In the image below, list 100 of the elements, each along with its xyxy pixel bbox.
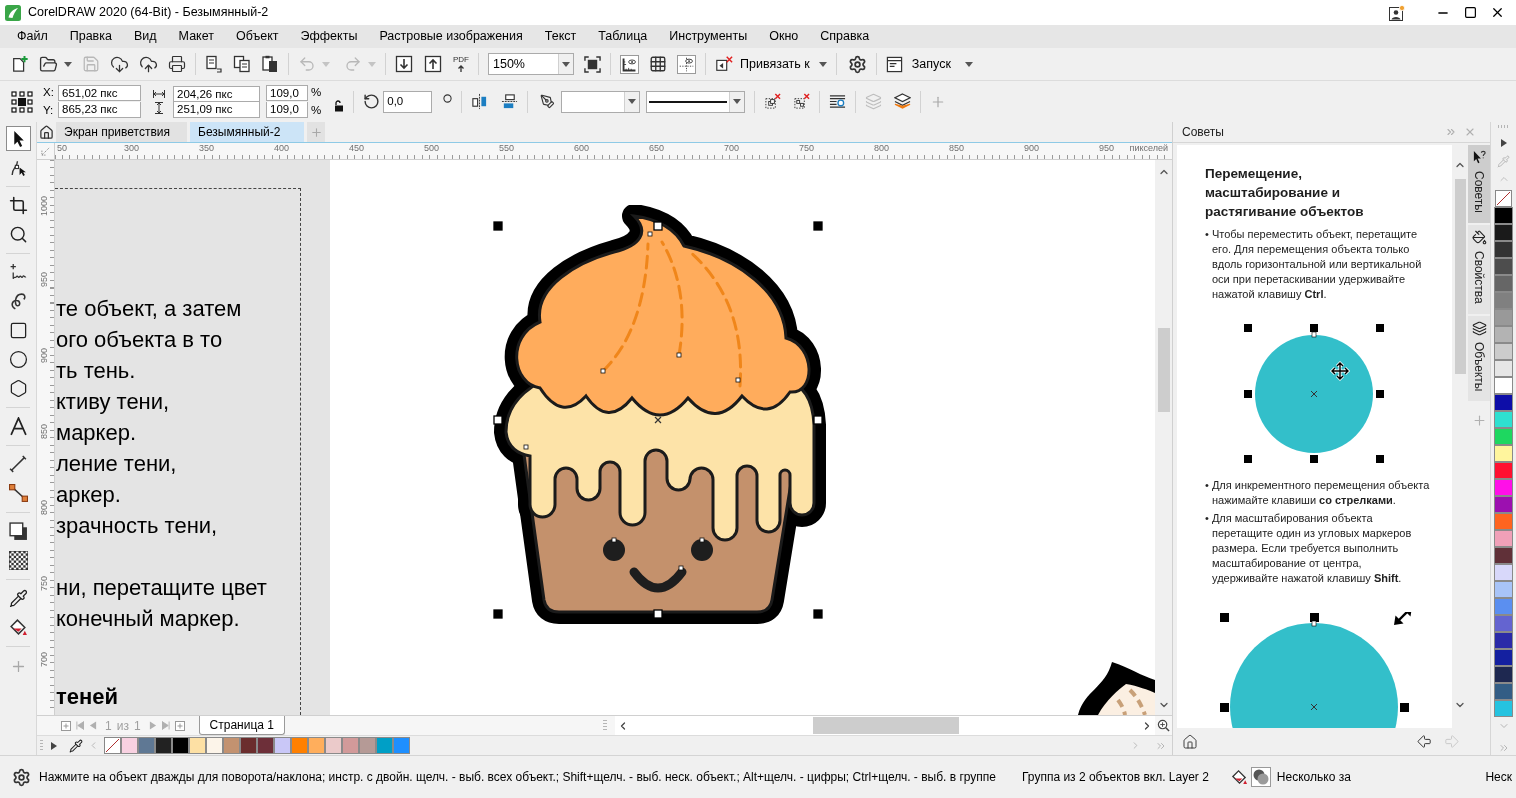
color-swatch[interactable]	[240, 737, 257, 754]
fit-page-icon[interactable]	[584, 55, 601, 73]
back-arrow-icon[interactable]	[1416, 733, 1434, 750]
selection-handle[interactable]	[493, 609, 503, 619]
layers-icon[interactable]	[1471, 320, 1487, 336]
window-icon[interactable]	[885, 55, 903, 73]
fill-bucket-icon[interactable]	[1230, 768, 1248, 786]
caret-icon[interactable]	[964, 61, 973, 67]
color-swatch[interactable]	[359, 737, 376, 754]
horizontal-scrollbar[interactable]	[615, 716, 1155, 735]
launch-dropdown[interactable]: Запуск	[885, 54, 973, 74]
squares-x-icon[interactable]	[764, 93, 782, 110]
caret-icon[interactable]	[733, 99, 742, 104]
caret-icon[interactable]	[64, 61, 72, 67]
settings-icon[interactable]	[847, 54, 867, 74]
menu-item[interactable]: Таблица	[587, 25, 659, 48]
color-swatch[interactable]	[1494, 615, 1513, 632]
new-document-icon[interactable]	[11, 55, 29, 73]
menu-item[interactable]: Справка	[809, 25, 881, 48]
selection-handle[interactable]	[653, 609, 663, 619]
outline-width-field[interactable]	[561, 90, 641, 113]
user-account-icon[interactable]	[1389, 4, 1405, 21]
color-swatch[interactable]	[1494, 377, 1513, 394]
page-tab[interactable]: Страница 1	[198, 716, 285, 735]
paint-bucket-icon[interactable]	[1471, 230, 1487, 245]
color-swatch[interactable]	[223, 737, 240, 754]
color-swatch[interactable]	[1494, 547, 1513, 564]
more-colors-icon[interactable]	[1497, 742, 1510, 754]
menu-item[interactable]: Текст	[533, 25, 588, 48]
color-swatch[interactable]	[155, 737, 172, 754]
menu-item[interactable]: Объект	[225, 25, 290, 48]
mirror-horizontal-icon[interactable]	[471, 93, 489, 110]
color-swatch[interactable]	[1494, 649, 1513, 666]
color-swatch[interactable]	[121, 737, 138, 754]
color-swatch[interactable]	[1494, 275, 1513, 292]
color-swatch[interactable]	[291, 737, 308, 754]
eyedropper-icon[interactable]	[69, 738, 83, 753]
menu-item[interactable]: Инструменты	[658, 25, 759, 48]
object-origin-icon[interactable]	[10, 89, 34, 114]
color-swatch[interactable]	[1494, 700, 1513, 717]
expand-icon[interactable]	[1500, 139, 1507, 147]
color-swatch[interactable]	[1494, 411, 1513, 428]
color-swatch[interactable]	[1494, 326, 1513, 343]
color-swatch[interactable]	[1494, 479, 1513, 496]
color-swatch[interactable]	[1494, 207, 1513, 224]
x-position-field[interactable]: 651,02 пкс	[58, 84, 141, 101]
fill-swatch-icon[interactable]	[1250, 767, 1271, 787]
caret-icon[interactable]	[818, 61, 827, 67]
color-swatch[interactable]	[1494, 632, 1513, 649]
menu-item[interactable]: Окно	[758, 25, 810, 48]
scale-x-field[interactable]: 109,0	[266, 84, 308, 101]
side-tab[interactable]: Свойства	[1468, 225, 1490, 314]
color-swatch[interactable]	[1494, 224, 1513, 241]
color-swatch[interactable]	[1494, 530, 1513, 547]
color-swatch[interactable]	[1494, 666, 1513, 683]
menu-item[interactable]: Правка	[58, 25, 123, 48]
expand-icon[interactable]	[51, 741, 57, 750]
export-pdf-button[interactable]: PDF	[453, 56, 469, 72]
no-color-swatch[interactable]	[1494, 190, 1513, 207]
document-tab[interactable]: Безымянный-2	[190, 122, 305, 142]
color-swatch[interactable]	[1494, 513, 1513, 530]
selection-handle[interactable]	[813, 415, 823, 425]
export-icon[interactable]	[424, 55, 442, 73]
width-field[interactable]: 204,26 пкс	[173, 85, 260, 102]
color-swatch[interactable]	[1494, 581, 1513, 598]
pointer-question-icon[interactable]	[1471, 150, 1487, 165]
menu-item[interactable]: Растровые изображения	[368, 25, 534, 48]
color-swatch[interactable]	[1494, 683, 1513, 700]
color-swatch[interactable]	[325, 737, 342, 754]
cloud-upload-icon[interactable]	[139, 54, 158, 74]
color-swatch[interactable]	[138, 737, 155, 754]
color-swatch[interactable]	[393, 737, 410, 754]
scrollbar-thumb[interactable]	[813, 717, 959, 734]
nodes-x-icon[interactable]	[793, 93, 811, 110]
color-swatch[interactable]	[257, 737, 274, 754]
circle-icon[interactable]	[443, 94, 453, 103]
close-icon[interactable]	[1490, 5, 1505, 20]
color-swatch[interactable]	[274, 737, 291, 754]
side-tab[interactable]: Объекты	[1468, 315, 1490, 402]
menu-item[interactable]: Макет	[167, 25, 225, 48]
color-swatch[interactable]	[206, 737, 223, 754]
tool-button[interactable]	[5, 126, 31, 151]
side-tab[interactable]: Советы	[1468, 145, 1490, 223]
line-style-field[interactable]	[646, 90, 746, 113]
document-tab[interactable]: Экран приветствия	[56, 122, 187, 142]
color-swatch[interactable]	[1494, 360, 1513, 377]
zoom-navigator-icon[interactable]	[1157, 719, 1170, 732]
add-page-icon[interactable]	[174, 720, 185, 731]
zoom-level-field[interactable]: 150%	[488, 53, 574, 75]
menu-item[interactable]: Эффекты	[289, 25, 369, 48]
no-color-swatch[interactable]	[104, 737, 121, 754]
color-swatch[interactable]	[1494, 428, 1513, 445]
ruler-icon[interactable]	[620, 54, 639, 74]
lock-icon[interactable]	[334, 99, 345, 112]
selection-handle[interactable]	[813, 221, 823, 231]
menu-item[interactable]: Вид	[122, 25, 168, 48]
add-page-icon[interactable]	[61, 720, 71, 731]
color-swatch[interactable]	[1494, 292, 1513, 309]
color-swatch[interactable]	[1494, 394, 1513, 411]
snap-off-icon[interactable]	[715, 55, 733, 73]
